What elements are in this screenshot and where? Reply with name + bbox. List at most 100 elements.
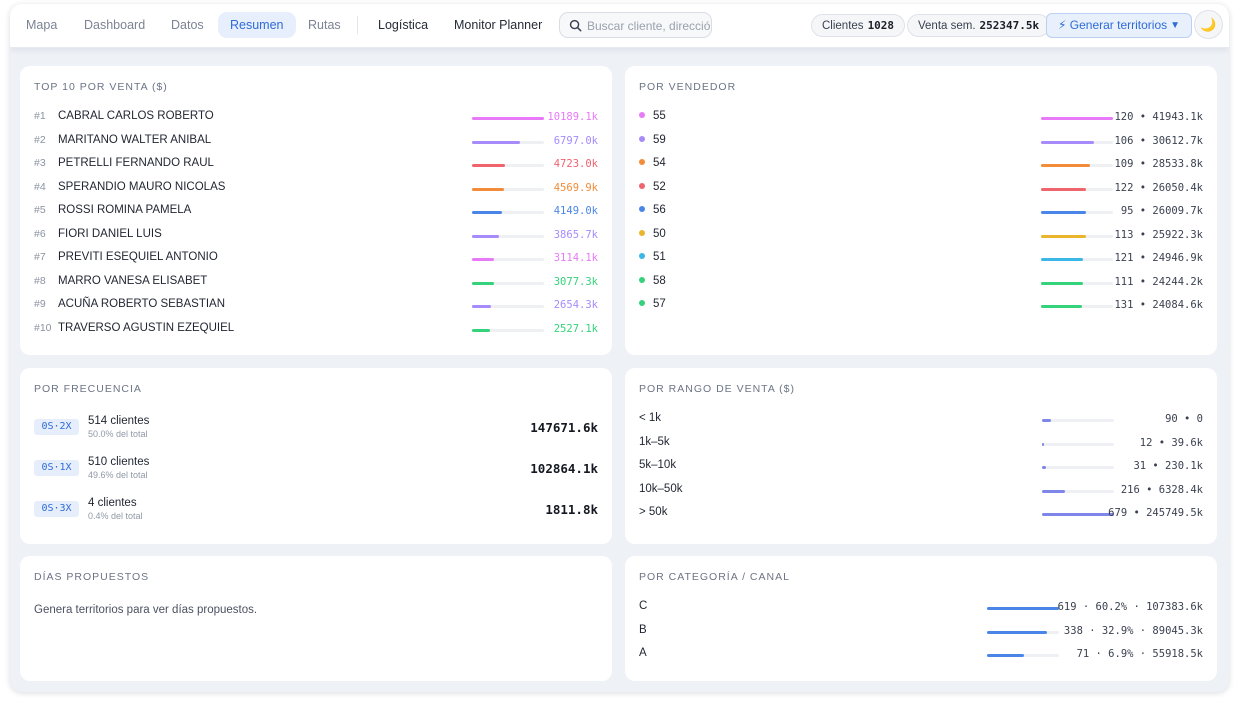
moon-icon: 🌙: [1200, 17, 1217, 32]
top-navigation-bar: Mapa Dashboard Datos Resumen Rutas Logís…: [10, 4, 1229, 48]
top10-name: CABRAL CARLOS ROBERTO: [58, 110, 214, 122]
top10-value: 4149.0k: [553, 205, 598, 217]
clientes-value: 1028: [867, 19, 895, 32]
tab-datos[interactable]: Datos: [159, 12, 216, 38]
vendedor-value: 113 • 25922.3k: [1114, 228, 1203, 241]
top10-bar-fill: [472, 281, 494, 285]
rango-name: 1k–5k: [639, 435, 670, 448]
tab-resumen[interactable]: Resumen: [218, 12, 296, 38]
vendedor-color-dot: [639, 229, 645, 236]
clientes-stat-pill: Clientes 1028: [811, 14, 906, 37]
tab-mapa[interactable]: Mapa: [14, 12, 69, 38]
search-input[interactable]: [587, 17, 711, 35]
vendedor-bar-track: [1041, 234, 1113, 238]
vendedor-bar-fill: [1041, 187, 1086, 191]
tab-monitor-planner[interactable]: Monitor Planner: [442, 12, 554, 38]
top10-value: 10189.1k: [547, 111, 598, 123]
categoria-name: B: [639, 623, 647, 636]
top10-value: 2654.3k: [553, 299, 598, 311]
tab-rutas[interactable]: Rutas: [296, 12, 353, 38]
top10-row: #5 ROSSI ROMINA PAMELA: [34, 204, 191, 220]
frequency-share: 49.6% del total: [88, 470, 148, 480]
top10-row: #9 ACUÑA ROBERTO SEBASTIAN: [34, 298, 225, 314]
vendedor-color-dot: [639, 159, 645, 165]
rango-row: 5k–10k: [639, 459, 676, 475]
rango-value: 12 • 39.6k: [1139, 436, 1203, 449]
top10-row: #2 MARITANO WALTER ANIBAL: [34, 134, 211, 150]
clientes-label: Clientes: [822, 20, 864, 32]
rango-bar-fill: [1042, 442, 1044, 446]
rango-bar-track: [1042, 442, 1114, 446]
top10-name: ACUÑA ROBERTO SEBASTIAN: [58, 298, 226, 310]
vendedor-color-dot: [639, 182, 645, 189]
vendedor-card: POR VENDEDOR 55 120 • 41943.1k 59 106 • 306…: [625, 66, 1217, 355]
vendedor-color-dot: [639, 276, 645, 283]
vendedor-bar-track: [1041, 281, 1113, 285]
frecuencia-card: POR FRECUENCIA 0S·2X 514 clientes 50.0% de…: [20, 368, 612, 544]
categoria-name: A: [639, 647, 647, 659]
top10-bar-track: [472, 117, 544, 120]
top10-name: PETRELLI FERNANDO RAUL: [58, 157, 214, 169]
rango-row: < 1k: [639, 412, 661, 428]
rank-label: #7: [34, 251, 46, 263]
top10-name: PREVITI ESEQUIEL ANTONIO: [58, 251, 218, 263]
rango-value: 679 • 245749.5k: [1108, 507, 1203, 519]
rango-bar-track: [1042, 419, 1114, 422]
theme-toggle-button[interactable]: 🌙: [1194, 10, 1223, 39]
categoria-row: B: [639, 624, 647, 640]
top10-bar-track: [472, 187, 544, 191]
vendedor-name: 54: [653, 157, 666, 169]
vendedor-row: 56: [639, 204, 666, 220]
rango-name: > 50k: [639, 506, 668, 518]
vendedor-value: 109 • 28533.8k: [1114, 158, 1203, 170]
search-box[interactable]: [559, 12, 712, 38]
top10-row: #10 TRAVERSO AGUSTIN EZEQUIEL: [34, 322, 234, 338]
vendedor-bar-fill: [1041, 305, 1082, 308]
vendedor-name: 59: [653, 133, 666, 146]
categoria-bar-fill: [987, 654, 1024, 657]
rango-name: 10k–50k: [639, 482, 683, 495]
vendedor-bar-fill: [1041, 234, 1086, 238]
rango-card: POR RANGO DE VENTA ($) < 1k 90 • 0 1k–5k 12…: [625, 368, 1217, 544]
venta-label: Venta sem.: [918, 20, 976, 32]
vendedor-value: 95 • 26009.7k: [1120, 205, 1203, 217]
rango-row: 1k–5k: [639, 436, 670, 452]
app-window: Mapa Dashboard Datos Resumen Rutas Logís…: [10, 4, 1229, 692]
rank-label: #2: [34, 133, 46, 146]
vendedor-name: 51: [653, 251, 666, 263]
top10-row: #1 CABRAL CARLOS ROBERTO: [34, 110, 214, 126]
rango-bar-track: [1042, 466, 1114, 469]
top10-name: FIORI DANIEL LUIS: [58, 227, 162, 240]
tab-logistica[interactable]: Logística: [366, 12, 440, 38]
chevron-down-icon: ▼: [1170, 20, 1180, 31]
rank-label: #9: [34, 298, 46, 310]
categoria-row: A: [639, 647, 647, 663]
generate-territories-button[interactable]: ⚡ Generar territorios ▼: [1046, 13, 1192, 38]
vendedor-title: POR VENDEDOR: [639, 81, 737, 93]
categoria-row: C: [639, 600, 647, 616]
dias-card: DÍAS PROPUESTOS Genera territorios para …: [20, 556, 612, 681]
vendedor-value: 122 • 26050.4k: [1114, 181, 1203, 194]
vendedor-bar-fill: [1041, 140, 1094, 144]
vendedor-bar-fill: [1041, 164, 1090, 167]
vendedor-row: 59: [639, 134, 666, 150]
rank-label: #3: [34, 157, 46, 169]
top10-value: 3077.3k: [553, 275, 598, 288]
top10-bar-track: [472, 164, 544, 167]
top10-bar-fill: [472, 234, 499, 238]
categoria-bar-track: [987, 630, 1059, 634]
rango-value: 31 • 230.1k: [1133, 460, 1203, 472]
tab-dashboard[interactable]: Dashboard: [72, 12, 157, 38]
vendedor-row: 52: [639, 181, 666, 197]
vendedor-value: 111 • 24244.2k: [1114, 275, 1203, 288]
top10-bar-fill: [472, 328, 490, 332]
vendedor-name: 56: [653, 204, 666, 216]
top10-bar-fill: [472, 187, 504, 191]
frequency-value: 1811.8k: [545, 502, 598, 517]
top10-bar-fill: [472, 305, 491, 308]
top10-value: 3865.7k: [553, 228, 598, 241]
vendedor-name: 58: [653, 274, 666, 287]
top10-row: #6 FIORI DANIEL LUIS: [34, 228, 162, 244]
frequency-client-count: 4 clientes: [88, 497, 137, 509]
top10-row: #7 PREVITI ESEQUIEL ANTONIO: [34, 251, 218, 267]
